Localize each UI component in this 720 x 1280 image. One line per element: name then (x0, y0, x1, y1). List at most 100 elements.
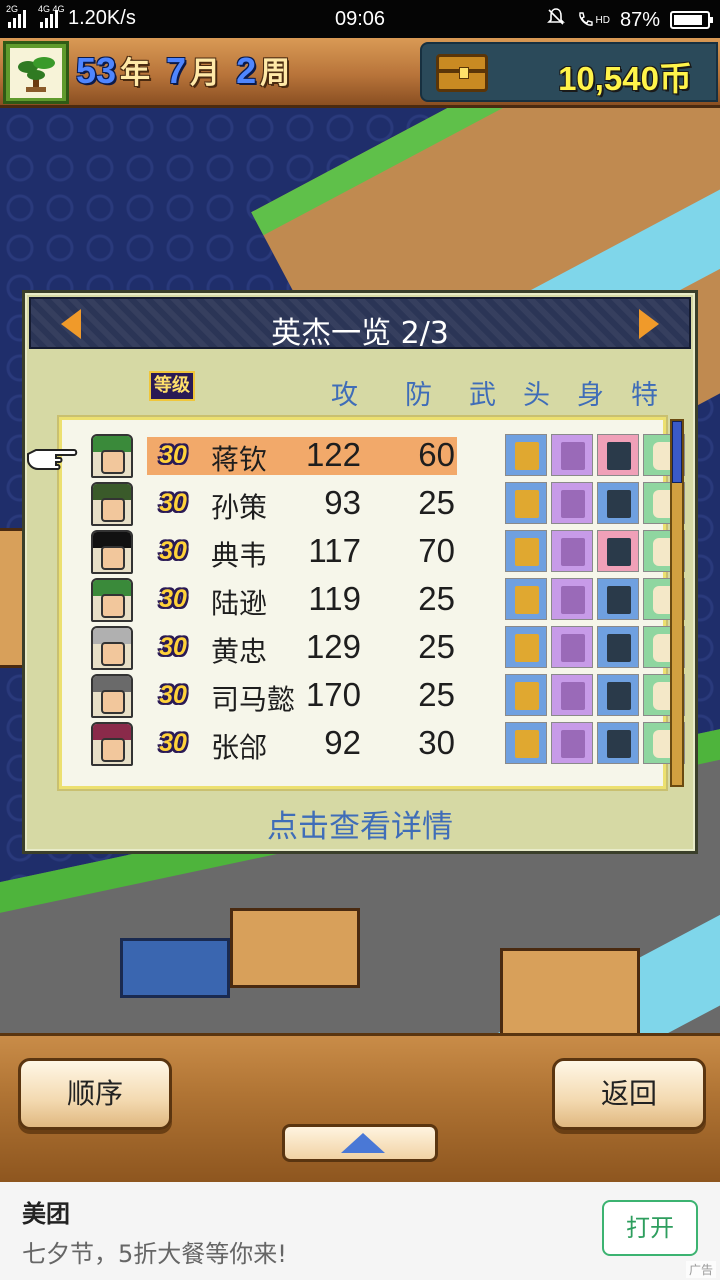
ad-banner[interactable]: 美团 七夕节，5折大餐等你来! 打开 广告 (0, 1182, 720, 1280)
hero-portrait[interactable] (91, 722, 133, 766)
game-top-bar: 53 年 7 月 2 周 10,540币 (0, 38, 720, 108)
hero-name: 孙策 (211, 491, 268, 524)
hero-row[interactable]: 30 张郃 92 30 (65, 719, 685, 767)
hero-row[interactable]: 30 孙策 93 25 (65, 479, 685, 527)
ad-text: 七夕节，5折大餐等你来! (22, 1240, 287, 1268)
map-building[interactable] (230, 908, 360, 988)
col-defense: 防 (405, 380, 432, 411)
body-equip-icon[interactable] (597, 434, 639, 476)
hero-defense: 70 (418, 532, 455, 569)
body-equip-icon[interactable] (597, 626, 639, 668)
head-equip-icon[interactable] (551, 626, 593, 668)
treasure-chest-icon (436, 54, 488, 92)
hero-name: 黄忠 (211, 635, 268, 668)
hero-level: 30 (159, 729, 187, 757)
hero-portrait[interactable] (91, 674, 133, 718)
money-display: 10,540币 (420, 42, 718, 102)
hero-name: 蒋钦 (211, 443, 268, 476)
hd-label: HD (595, 14, 610, 26)
hero-portrait[interactable] (91, 434, 133, 478)
hero-row[interactable]: 30 典韦 117 70 (65, 527, 685, 575)
hero-row[interactable]: 30 蒋钦 122 60 (65, 431, 685, 479)
status-right: HD 87% (546, 7, 713, 33)
hero-name: 张郃 (211, 731, 268, 764)
body-equip-icon[interactable] (597, 530, 639, 572)
hero-row[interactable]: 30 司马懿 170 25 (65, 671, 685, 719)
weapon-equip-icon[interactable] (505, 722, 547, 764)
back-button[interactable]: 返回 (552, 1058, 706, 1130)
hero-level: 30 (159, 585, 187, 613)
hero-level: 30 (159, 441, 187, 469)
col-weapon: 武 (469, 380, 496, 411)
year-unit: 年 (120, 56, 151, 91)
col-body: 身 (577, 380, 604, 411)
weapon-equip-icon[interactable] (505, 578, 547, 620)
col-head: 头 (523, 380, 550, 411)
hero-defense: 25 (418, 580, 455, 617)
panel-header: 英杰一览 2/3 (29, 297, 691, 351)
map-building[interactable] (500, 948, 640, 1033)
ad-open-button[interactable]: 打开 (602, 1200, 698, 1256)
body-equip-icon[interactable] (597, 482, 639, 524)
weapon-equip-icon[interactable] (505, 626, 547, 668)
hero-row[interactable]: 30 陆逊 119 25 (65, 575, 685, 623)
head-equip-icon[interactable] (551, 722, 593, 764)
hero-defense: 60 (418, 436, 455, 473)
hero-level: 30 (159, 633, 187, 661)
weapon-equip-icon[interactable] (505, 530, 547, 572)
year-number: 53 (76, 50, 117, 91)
week-number: 2 (236, 50, 257, 91)
up-arrow-icon (341, 1133, 385, 1153)
scrollbar-thumb[interactable] (672, 421, 682, 483)
hero-attack: 93 (324, 484, 361, 521)
hero-defense: 25 (418, 484, 455, 521)
hero-row[interactable]: 30 黄忠 129 25 (65, 623, 685, 671)
body-equip-icon[interactable] (597, 722, 639, 764)
hero-list-panel: 英杰一览 2/3 等级 攻 防 武 头 身 特 30 蒋钦 122 60 30 孙策 93 2… (22, 290, 698, 854)
body-equip-icon[interactable] (597, 578, 639, 620)
head-equip-icon[interactable] (551, 674, 593, 716)
view-details-link[interactable]: 点击查看详情 (25, 801, 695, 846)
body-equip-icon[interactable] (597, 674, 639, 716)
weapon-equip-icon[interactable] (505, 674, 547, 716)
hero-attack: 119 (308, 580, 361, 617)
bonsai-tree-icon[interactable] (3, 41, 69, 104)
hero-level: 30 (159, 537, 187, 565)
hero-attack: 170 (305, 676, 361, 713)
hero-portrait[interactable] (91, 530, 133, 574)
hero-name: 司马懿 (211, 683, 296, 716)
hero-defense: 25 (418, 676, 455, 713)
hero-level: 30 (159, 681, 187, 709)
game-date: 53 年 7 月 2 周 (76, 48, 302, 92)
hero-name: 典韦 (211, 539, 268, 572)
battery-percent: 87% (619, 8, 660, 31)
expand-menu-button[interactable] (282, 1124, 438, 1162)
month-unit: 月 (190, 56, 221, 91)
head-equip-icon[interactable] (551, 530, 593, 572)
hero-name: 陆逊 (211, 587, 268, 620)
weapon-equip-icon[interactable] (505, 434, 547, 476)
panel-title: 英杰一览 2/3 (271, 316, 449, 351)
status-bar: 2G 4G 4G 1.20K/s 09:06 HD 87% (0, 0, 720, 38)
bell-muted-icon (546, 7, 566, 33)
hero-list-scrollbar[interactable] (670, 419, 684, 787)
money-value: 10,540币 (558, 60, 692, 97)
hero-portrait[interactable] (91, 578, 133, 622)
pointing-hand-icon (26, 442, 78, 472)
weapon-equip-icon[interactable] (505, 482, 547, 524)
order-button[interactable]: 顺序 (18, 1058, 172, 1130)
hd-call-icon: HD (576, 11, 610, 29)
bottom-bar: 顺序 返回 (0, 1033, 720, 1182)
hero-portrait[interactable] (91, 626, 133, 670)
hero-attack: 117 (308, 532, 361, 569)
col-special: 特 (631, 380, 658, 411)
week-unit: 周 (260, 56, 291, 91)
head-equip-icon[interactable] (551, 578, 593, 620)
head-equip-icon[interactable] (551, 482, 593, 524)
col-attack: 攻 (331, 380, 358, 411)
head-equip-icon[interactable] (551, 434, 593, 476)
next-page-arrow-icon[interactable] (639, 309, 659, 339)
hero-attack: 129 (305, 628, 361, 665)
battery-icon (670, 11, 713, 29)
hero-portrait[interactable] (91, 482, 133, 526)
